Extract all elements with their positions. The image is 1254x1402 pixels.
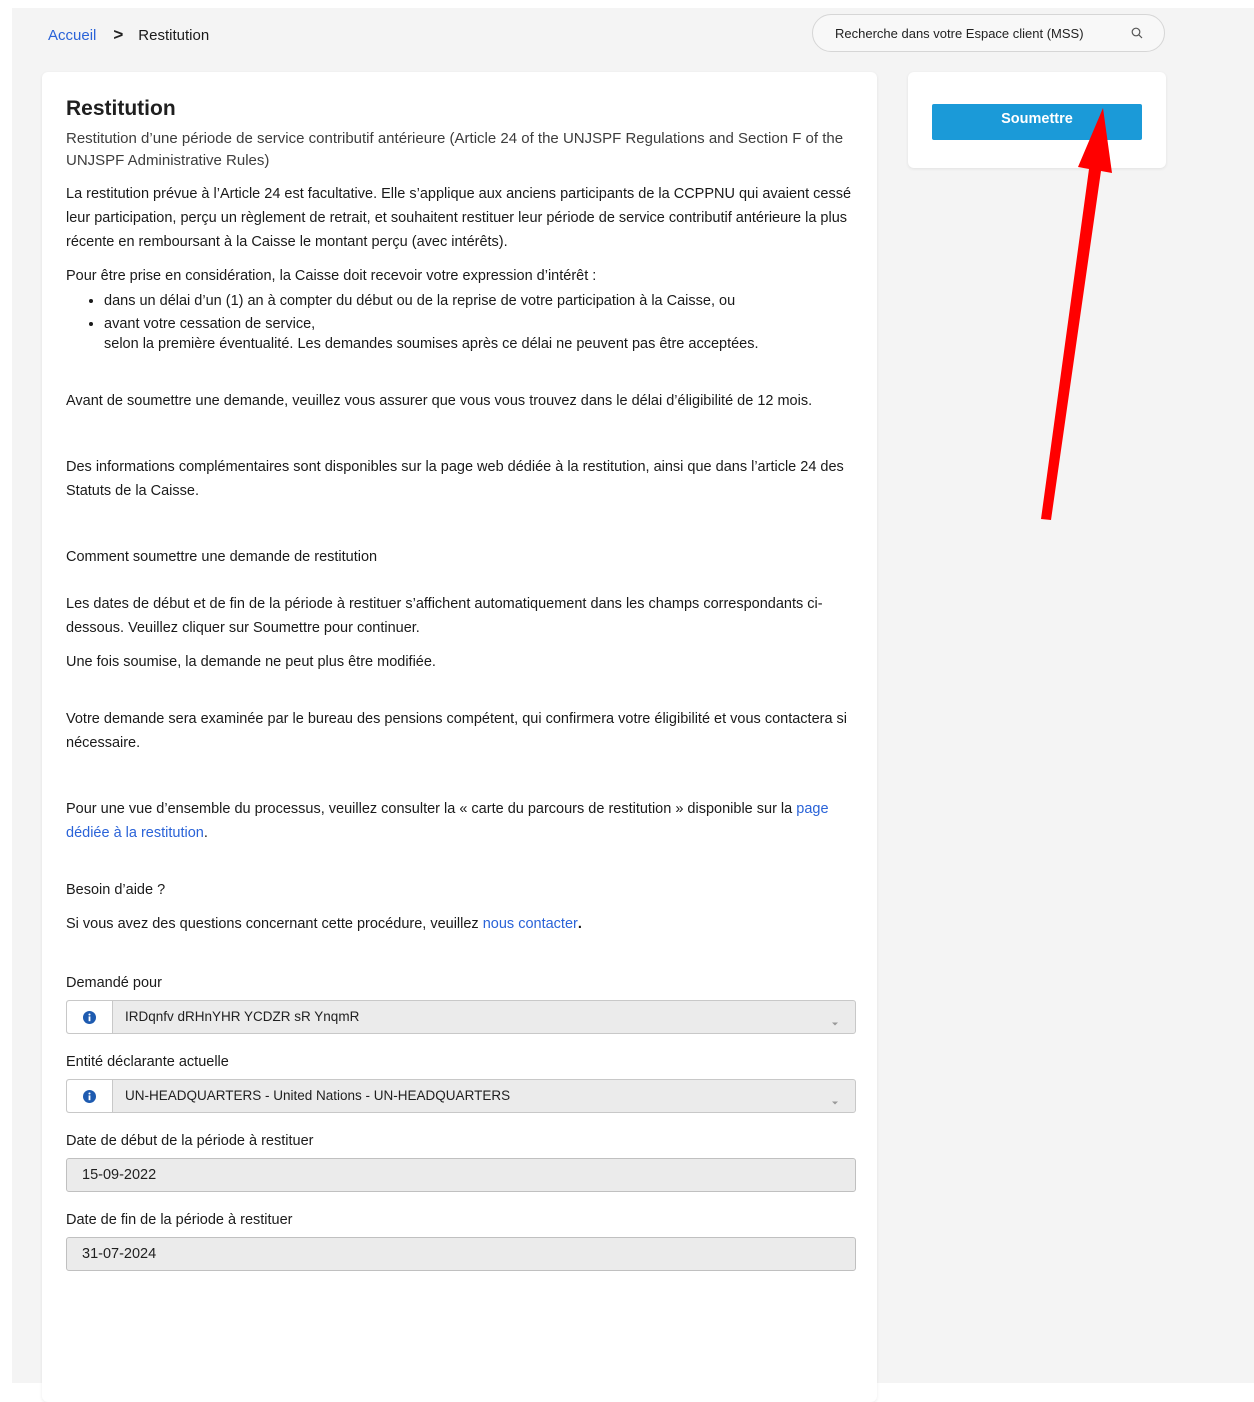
end-date-field: Date de fin de la période à restituer 31… — [66, 1209, 856, 1271]
requested-for-select[interactable]: IRDqnfv dRHnYHR YCDZR sR YnqmR — [66, 1000, 856, 1034]
end-date-label: Date de fin de la période à restituer — [66, 1212, 293, 1228]
requested-for-field: Demandé pour IRDqnfv dRHnYHR YCDZR sR Yn… — [66, 972, 856, 1034]
breadcrumb-chevron-icon: > — [113, 25, 124, 44]
restitution-form-card: Restitution Restitution d’une période de… — [42, 72, 877, 1402]
reporting-entity-select[interactable]: UN-HEADQUARTERS - United Nations - UN-HE… — [66, 1079, 856, 1113]
red-arrow-icon — [1041, 108, 1112, 520]
info-icon[interactable] — [67, 1080, 113, 1112]
process-paragraph: Pour une vue d’ensemble du processus, ve… — [66, 801, 829, 841]
help-paragraph: Si vous avez des questions concernant ce… — [66, 916, 582, 932]
list-item: dans un délai d’un (1) an à compter du d… — [104, 291, 856, 311]
no-edit-paragraph: Une fois soumise, la demande ne peut plu… — [66, 654, 436, 670]
eligibility-intro: Pour être prise en considération, la Cai… — [66, 268, 597, 284]
search-input[interactable] — [813, 14, 1124, 52]
deadline-paragraph: Avant de soumettre une demande, veuillez… — [66, 393, 813, 409]
dates-paragraph: Les dates de début et de fin de la pério… — [66, 596, 823, 636]
chevron-down-icon — [831, 1091, 839, 1115]
breadcrumb: Accueil > Restitution — [48, 25, 209, 45]
more-info-paragraph: Des informations complémentaires sont di… — [66, 459, 844, 499]
search-bar — [812, 14, 1165, 52]
requested-for-value: IRDqnfv dRHnYHR YCDZR sR YnqmR — [125, 1009, 360, 1024]
start-date-field: Date de début de la période à restituer … — [66, 1130, 856, 1192]
review-paragraph: Votre demande sera examinée par le burea… — [66, 711, 848, 751]
start-date-label: Date de début de la période à restituer — [66, 1133, 314, 1149]
list-item: avant votre cessation de service, — [104, 314, 856, 334]
contact-us-link[interactable]: nous contacter — [483, 916, 578, 932]
search-icon[interactable] — [1124, 27, 1150, 39]
start-date-input[interactable]: 15-09-2022 — [66, 1158, 856, 1192]
eligibility-note: selon la première éventualité. Les deman… — [104, 336, 759, 352]
breadcrumb-home-link[interactable]: Accueil — [48, 27, 96, 44]
info-icon[interactable] — [67, 1001, 113, 1033]
reporting-entity-field: Entité déclarante actuelle UN-HEADQUARTE… — [66, 1051, 856, 1113]
breadcrumb-current: Restitution — [138, 26, 210, 44]
page-title: Restitution — [66, 97, 176, 120]
reporting-entity-value: UN-HEADQUARTERS - United Nations - UN-HE… — [125, 1088, 511, 1103]
eligibility-list: dans un délai d’un (1) an à compter du d… — [66, 291, 856, 334]
help-heading: Besoin d’aide ? — [66, 882, 166, 898]
chevron-down-icon — [831, 1012, 839, 1036]
intro-paragraph: La restitution prévue à l’Article 24 est… — [66, 186, 852, 250]
end-date-input[interactable]: 31-07-2024 — [66, 1237, 856, 1271]
how-to-heading: Comment soumettre une demande de restitu… — [66, 549, 378, 565]
page-subtitle: Restitution d’une période de service con… — [66, 130, 844, 169]
requested-for-label: Demandé pour — [66, 975, 162, 991]
actions-card: Soumettre — [908, 72, 1166, 168]
form-content: Restitution Restitution d’une période de… — [66, 96, 856, 1271]
reporting-entity-label: Entité déclarante actuelle — [66, 1054, 229, 1070]
